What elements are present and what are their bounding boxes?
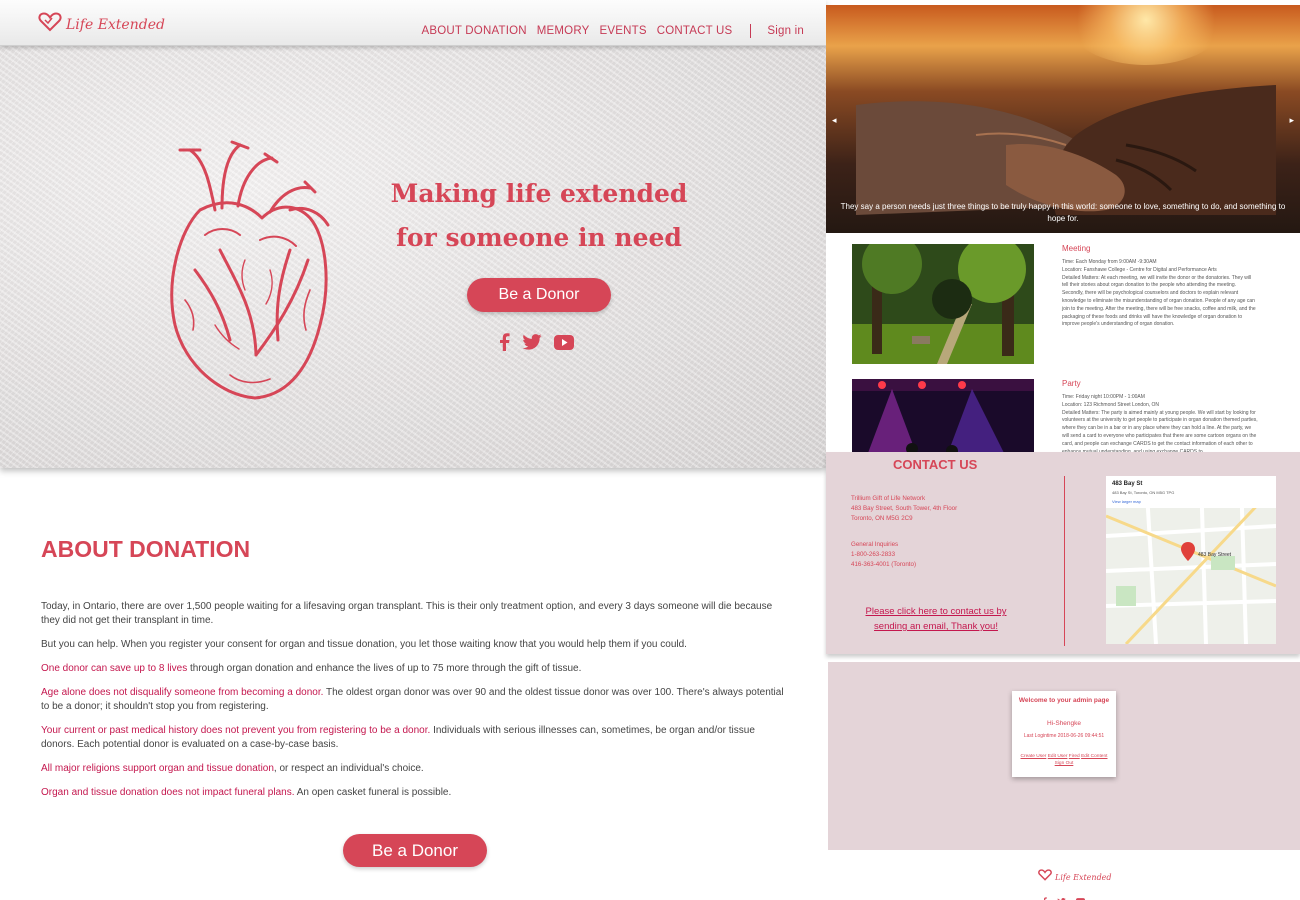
facebook-icon[interactable] [498, 333, 510, 356]
about-paragraph: But you can help. When you register your… [41, 639, 687, 650]
slide-caption: They say a person needs just three thing… [840, 202, 1286, 223]
event-details: Detailed Matters: At each meeting, we wi… [1062, 274, 1256, 328]
headline-line-1: Making life extended [390, 179, 688, 208]
contact-divider [1064, 476, 1065, 646]
slide-next-arrow[interactable]: ▸ [1289, 115, 1294, 126]
about-be-a-donor-button[interactable]: Be a Donor [343, 834, 487, 867]
map-larger-link[interactable]: View larger map [1112, 499, 1141, 504]
about-donation-body: Today, in Ontario, there are over 1,500 … [41, 600, 791, 810]
event-time: Time: Friday night 10:00PM - 1:00AM [1062, 394, 1145, 400]
event-location: Location: 123 Richmond Street London, ON [1062, 401, 1160, 408]
nav-divider [750, 24, 752, 38]
about-paragraph: Your current or past medical history doe… [41, 725, 755, 750]
edit-content-link[interactable]: Edit Content [1081, 754, 1107, 759]
contact-inquiries-label: General Inquiries [851, 541, 899, 548]
site-logo[interactable]: Life Extended [38, 12, 165, 37]
embedded-map[interactable]: 483 Bay Street 483 Bay St 483 Bay St, To… [1106, 476, 1276, 644]
nav-memory[interactable]: MEMORY [537, 25, 590, 37]
contact-city: Toronto, ON M5G 2C9 [851, 515, 913, 522]
logo-text: Life Extended [66, 16, 165, 33]
event-details: Detailed Matters: The party is aimed mai… [1062, 409, 1258, 453]
about-paragraph: Today, in Ontario, there are over 1,500 … [41, 601, 773, 626]
hero-section: Life Extended ABOUT DONATION MEMORY EVEN… [0, 0, 826, 468]
event-title: Meeting [1062, 244, 1091, 253]
quote-slideshow: ◂ ▸ They say a person needs just three t… [826, 5, 1300, 233]
twitter-icon[interactable] [522, 334, 542, 355]
event-info: Meeting Time: Each Monday from 9:00AM -9… [1062, 244, 1258, 329]
footer: Life Extended [828, 850, 1300, 900]
about-donation-title: ABOUT DONATION [41, 536, 251, 562]
map-info-card: 483 Bay St 483 Bay St, Toronto, ON M5G T… [1106, 476, 1276, 508]
event-time: Time: Each Monday from 9:00AM -9:30AM [1062, 259, 1157, 265]
headline-line-2: for someone in need [396, 223, 682, 252]
holding-hands-image [856, 65, 1276, 215]
contact-org: Trillium Gift of Life Network [851, 495, 926, 502]
concert-image [852, 379, 1034, 453]
youtube-icon[interactable] [1076, 892, 1085, 900]
events-section: Meeting Time: Each Monday from 9:00AM -9… [826, 233, 1300, 453]
sunset-glow [1066, 5, 1226, 65]
nav-contact-us[interactable]: CONTACT US [657, 25, 733, 37]
contact-title: CONTACT US [893, 457, 978, 472]
hero-be-a-donor-button[interactable]: Be a Donor [467, 278, 611, 312]
contact-phone-toronto[interactable]: 416-363-4001 (Toronto) [851, 560, 957, 570]
sign-out-link[interactable]: Sign Out [1055, 761, 1074, 766]
nav-sign-in[interactable]: Sign in [767, 25, 804, 37]
heart-logo-icon [1038, 868, 1052, 886]
heart-logo-icon [38, 12, 62, 37]
event-title: Party [1062, 379, 1081, 388]
map-title: 483 Bay St [1112, 481, 1143, 487]
footer-logo-text: Life Extended [1055, 872, 1112, 882]
top-navbar: Life Extended ABOUT DONATION MEMORY EVEN… [0, 0, 826, 46]
contact-phone-tollfree[interactable]: 1-800-263-2833 [851, 550, 957, 560]
forest-path-image [852, 244, 1034, 364]
event-location: Location: Fanshawe College - Centre for … [1062, 266, 1217, 273]
admin-title: Welcome to your admin page [1018, 697, 1110, 704]
slide-prev-arrow[interactable]: ◂ [832, 115, 837, 126]
admin-last-login: Last Logintime 2018-06-26 09:44:51 [1023, 733, 1105, 739]
hero-social-links [498, 333, 574, 356]
facebook-icon[interactable] [1042, 892, 1047, 900]
admin-links: Create User Edit User Fired Edit Content… [1012, 753, 1116, 767]
contact-email-link[interactable]: Please click here to contact us by sendi… [856, 604, 1016, 634]
about-paragraph: One donor can save up to 8 lives through… [41, 663, 582, 674]
map-pin-label: 483 Bay Street [1198, 552, 1232, 558]
page: Life Extended ABOUT DONATION MEMORY EVEN… [0, 0, 1300, 900]
nav-events[interactable]: EVENTS [600, 25, 647, 37]
twitter-icon[interactable] [1057, 892, 1066, 900]
admin-card: Welcome to your admin page Hi-Shengke La… [1012, 691, 1116, 777]
footer-social-links [1042, 892, 1085, 900]
nav-about-donation[interactable]: ABOUT DONATION [422, 25, 527, 37]
edit-user-link[interactable]: Edit User [1048, 754, 1068, 759]
event-info: Party Time: Friday night 10:00PM - 1:00A… [1062, 379, 1258, 453]
main-nav: ABOUT DONATION MEMORY EVENTS CONTACT US … [422, 24, 805, 38]
contact-street: 483 Bay Street, South Tower, 4th Floor [851, 505, 958, 512]
admin-greeting: Hi-Shengke [1047, 720, 1081, 727]
contact-address: Trillium Gift of Life Network 483 Bay St… [851, 494, 957, 570]
about-paragraph: Age alone does not disqualify someone fr… [41, 687, 784, 712]
create-user-link[interactable]: Create User [1021, 754, 1047, 759]
fired-link[interactable]: Fired [1069, 754, 1080, 759]
hero-headline: Making life extended for someone in need [380, 172, 698, 260]
footer-logo[interactable]: Life Extended [1038, 868, 1112, 886]
about-paragraph: Organ and tissue donation does not impac… [41, 787, 452, 798]
map-subtitle: 483 Bay St, Toronto, ON M5G TPG [1112, 490, 1175, 495]
youtube-icon[interactable] [554, 334, 574, 355]
contact-section: CONTACT US Trillium Gift of Life Network… [826, 452, 1300, 654]
anatomical-heart-illustration [160, 140, 340, 402]
about-paragraph: All major religions support organ and ti… [41, 763, 424, 774]
